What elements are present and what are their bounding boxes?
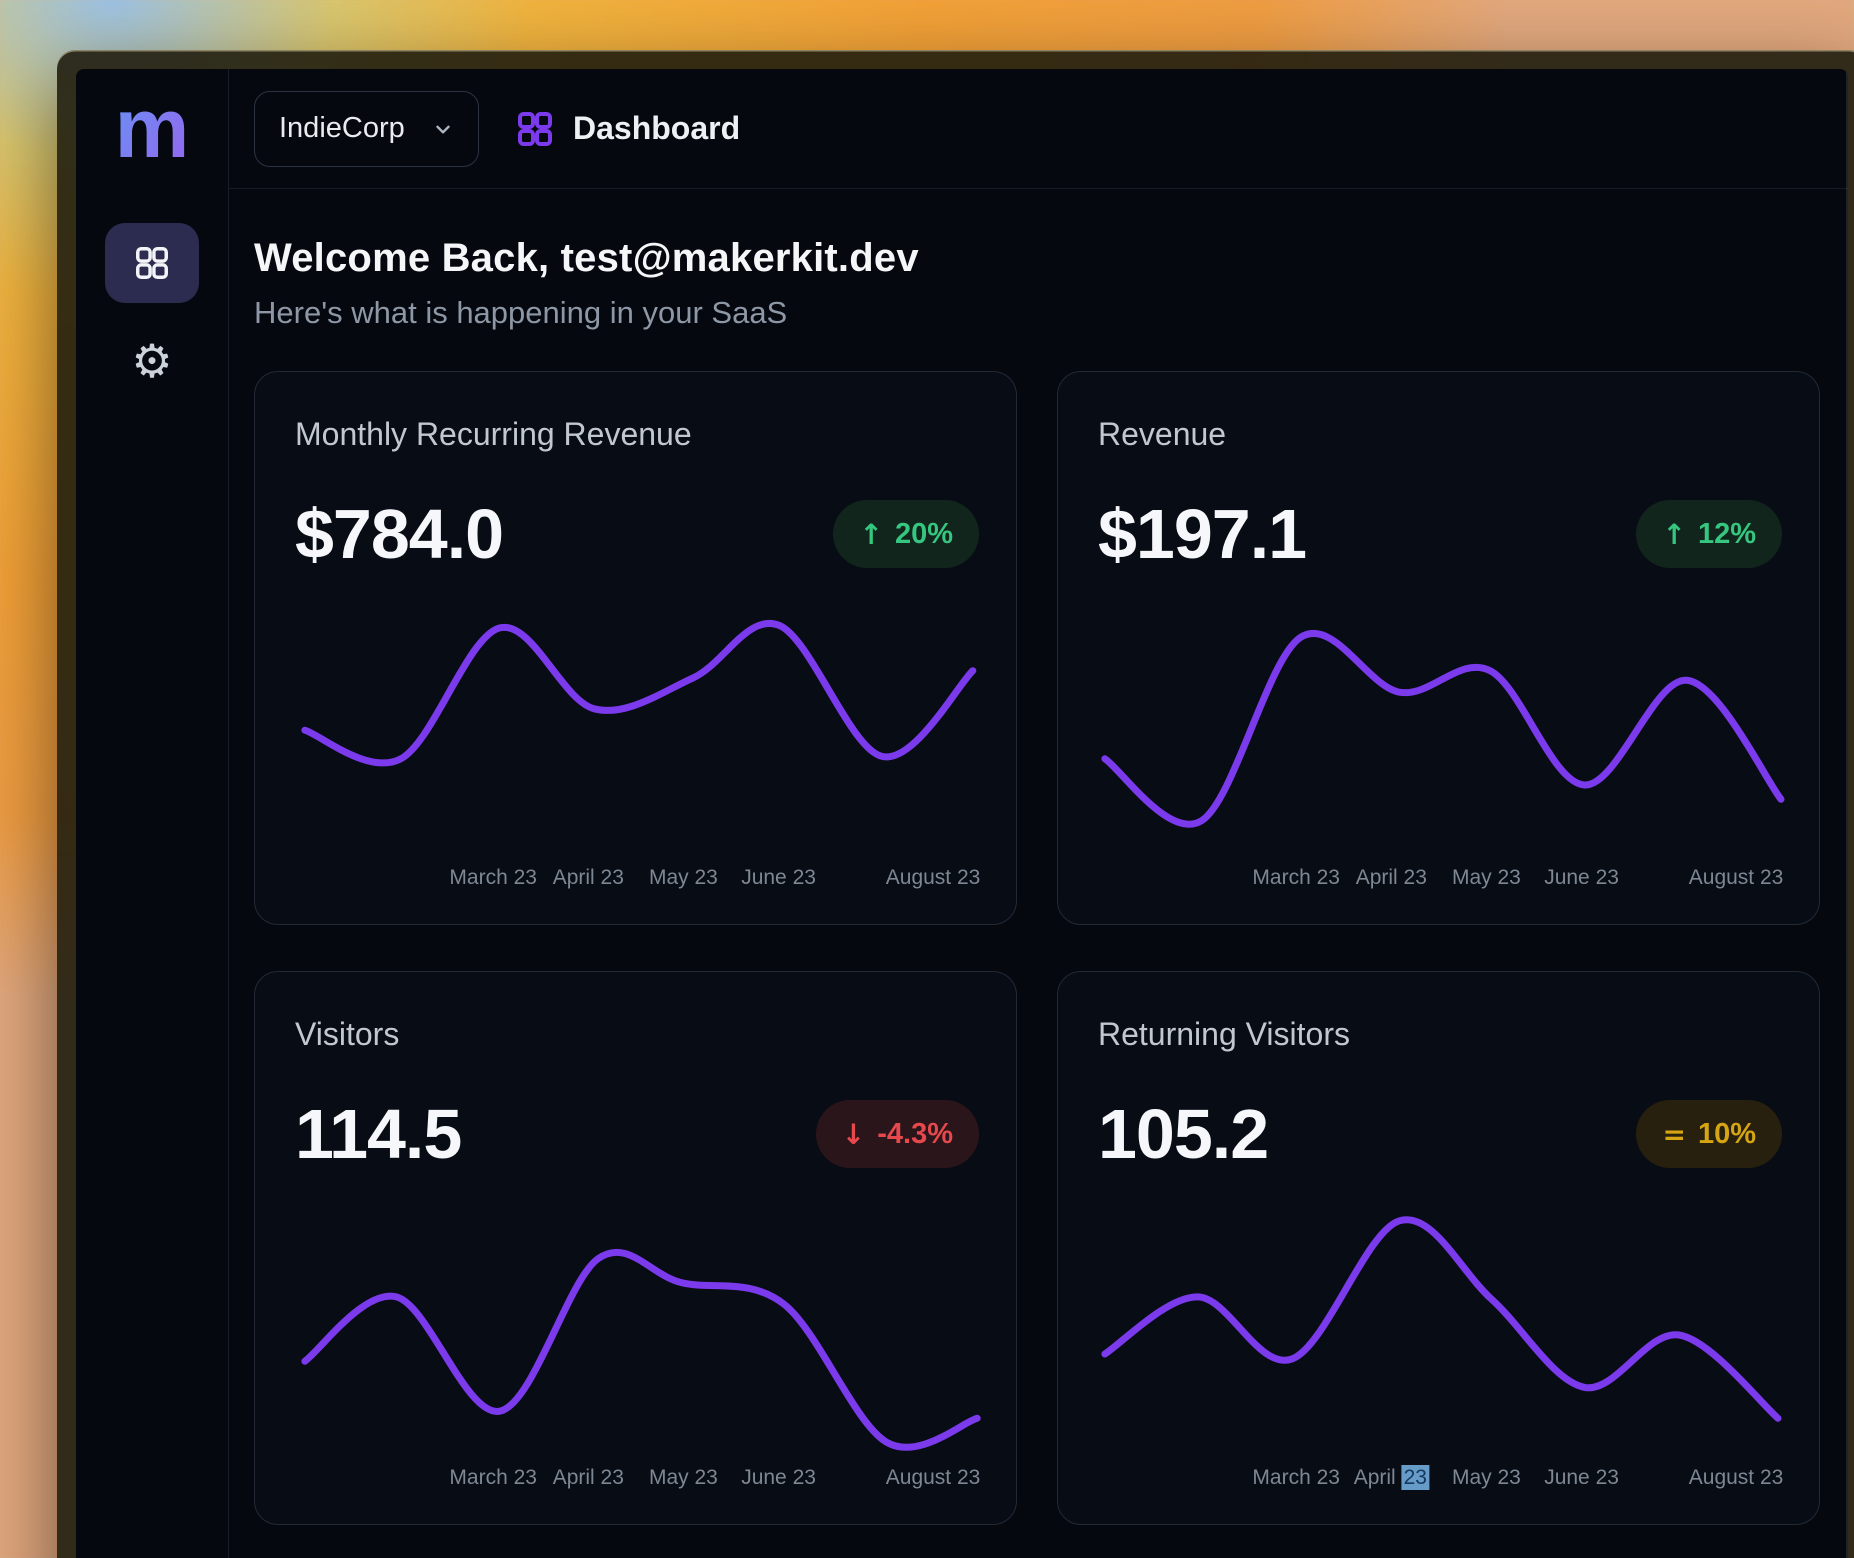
chevron-down-icon [432, 118, 454, 140]
value-row: $784.0 ↑ 20% [295, 484, 979, 584]
axis-tick: August 23 [886, 866, 981, 890]
x-axis: March 23 April 23 May 23 June 23 August 23 [255, 1466, 1016, 1496]
line-chart [255, 610, 1016, 860]
dashboard-grid-icon [133, 244, 171, 282]
axis-tick: May 23 [1452, 1466, 1521, 1490]
x-axis: March 23 April 23 May 23 June 23 August 23 [255, 866, 1016, 896]
axis-tick: June 23 [741, 866, 816, 890]
axis-tick: June 23 [741, 1466, 816, 1490]
axis-tick: April 23 [1354, 1466, 1429, 1490]
trend-badge: ↑ 20% [833, 500, 979, 568]
axis-tick: March 23 [449, 866, 537, 890]
metric-value: 105.2 [1098, 1094, 1268, 1174]
axis-tick: August 23 [886, 1466, 981, 1490]
trend-change: 20% [895, 518, 953, 551]
card-title: Returning Visitors [1098, 1016, 1350, 1053]
stats-grid: Monthly Recurring Revenue $784.0 ↑ 20% M… [254, 371, 1848, 1525]
trend-up-icon: ↑ [1662, 518, 1685, 551]
selected-text: 23 [1402, 1465, 1429, 1490]
value-row: 114.5 ↓ -4.3% [295, 1084, 979, 1184]
stat-card-returning-visitors: Returning Visitors 105.2 = 10% March 23 A… [1057, 971, 1820, 1525]
chart-line [1105, 1220, 1778, 1419]
gear-icon: ⚙ [131, 338, 172, 384]
scrollbar-track[interactable] [1846, 69, 1848, 1558]
trend-change: 12% [1698, 518, 1756, 551]
trend-flat-icon: = [1662, 1118, 1685, 1151]
line-chart [1058, 610, 1819, 860]
metric-value: $197.1 [1098, 494, 1306, 574]
card-title: Revenue [1098, 416, 1226, 453]
org-name: IndieCorp [279, 112, 405, 145]
stat-card-visitors: Visitors 114.5 ↓ -4.3% March 23April 23M… [254, 971, 1017, 1525]
line-chart [255, 1210, 1016, 1460]
org-switcher-button[interactable]: IndieCorp [254, 91, 479, 167]
metric-value: 114.5 [295, 1094, 461, 1174]
desktop-wallpaper: { "sidebar": { "logo": "m" }, "topbar": … [0, 0, 1854, 1558]
dashboard-grid-icon [515, 109, 555, 149]
sidebar-item-settings[interactable]: ⚙ [131, 338, 172, 384]
value-row: $197.1 ↑ 12% [1098, 484, 1782, 584]
x-axis: March 23 April 23 May 23 June 23 August 23 [1058, 1466, 1819, 1496]
sidebar-item-dashboard[interactable] [105, 223, 199, 303]
line-chart [1058, 1210, 1819, 1460]
axis-tick: April 23 [1356, 866, 1427, 890]
x-axis: March 23 April 23 May 23 June 23 August 23 [1058, 866, 1819, 896]
topbar: IndieCorp Dashboard [229, 69, 1848, 189]
welcome-heading: Welcome Back, test@makerkit.dev [254, 236, 1848, 281]
main-area: IndieCorp Dashboard Welcome Bac [229, 69, 1848, 1558]
page-title: Dashboard [573, 110, 740, 147]
axis-tick: May 23 [1452, 866, 1521, 890]
trend-down-icon: ↓ [842, 1118, 865, 1151]
app-logo: m [115, 95, 190, 162]
axis-tick: March 23 [1252, 866, 1340, 890]
chart-line [305, 1252, 977, 1447]
trend-badge: = 10% [1636, 1100, 1782, 1168]
axis-tick: March 23 [1252, 1466, 1340, 1490]
axis-tick: March 23 [449, 1466, 537, 1490]
stat-card-mrr: Monthly Recurring Revenue $784.0 ↑ 20% M… [254, 371, 1017, 925]
trend-change: -4.3% [877, 1118, 953, 1151]
page-heading: Dashboard [515, 109, 740, 149]
page-content: Welcome Back, test@makerkit.dev Here's w… [229, 189, 1848, 1525]
axis-tick: June 23 [1544, 1466, 1619, 1490]
app-logo-box: m [115, 69, 190, 189]
axis-tick: August 23 [1689, 866, 1784, 890]
axis-tick: April 23 [553, 866, 624, 890]
value-row: 105.2 = 10% [1098, 1084, 1782, 1184]
metric-value: $784.0 [295, 494, 503, 574]
axis-tick: May 23 [649, 866, 718, 890]
app-window-content: m ⚙ IndieCorp [76, 69, 1848, 1558]
card-title: Visitors [295, 1016, 399, 1053]
axis-tick: April 23 [553, 1466, 624, 1490]
trend-up-icon: ↑ [859, 518, 882, 551]
app-window: m ⚙ IndieCorp [57, 50, 1854, 1558]
chart-line [1105, 633, 1781, 824]
trend-badge: ↓ -4.3% [816, 1100, 979, 1168]
chart-line [305, 623, 973, 763]
welcome-subtitle: Here's what is happening in your SaaS [254, 295, 1848, 331]
axis-tick: May 23 [649, 1466, 718, 1490]
card-title: Monthly Recurring Revenue [295, 416, 692, 453]
axis-tick: August 23 [1689, 1466, 1784, 1490]
stat-card-revenue: Revenue $197.1 ↑ 12% March 23 April 23 May… [1057, 371, 1820, 925]
trend-change: 10% [1698, 1118, 1756, 1151]
axis-tick: June 23 [1544, 866, 1619, 890]
sidebar: m ⚙ [76, 69, 229, 1558]
trend-badge: ↑ 12% [1636, 500, 1782, 568]
